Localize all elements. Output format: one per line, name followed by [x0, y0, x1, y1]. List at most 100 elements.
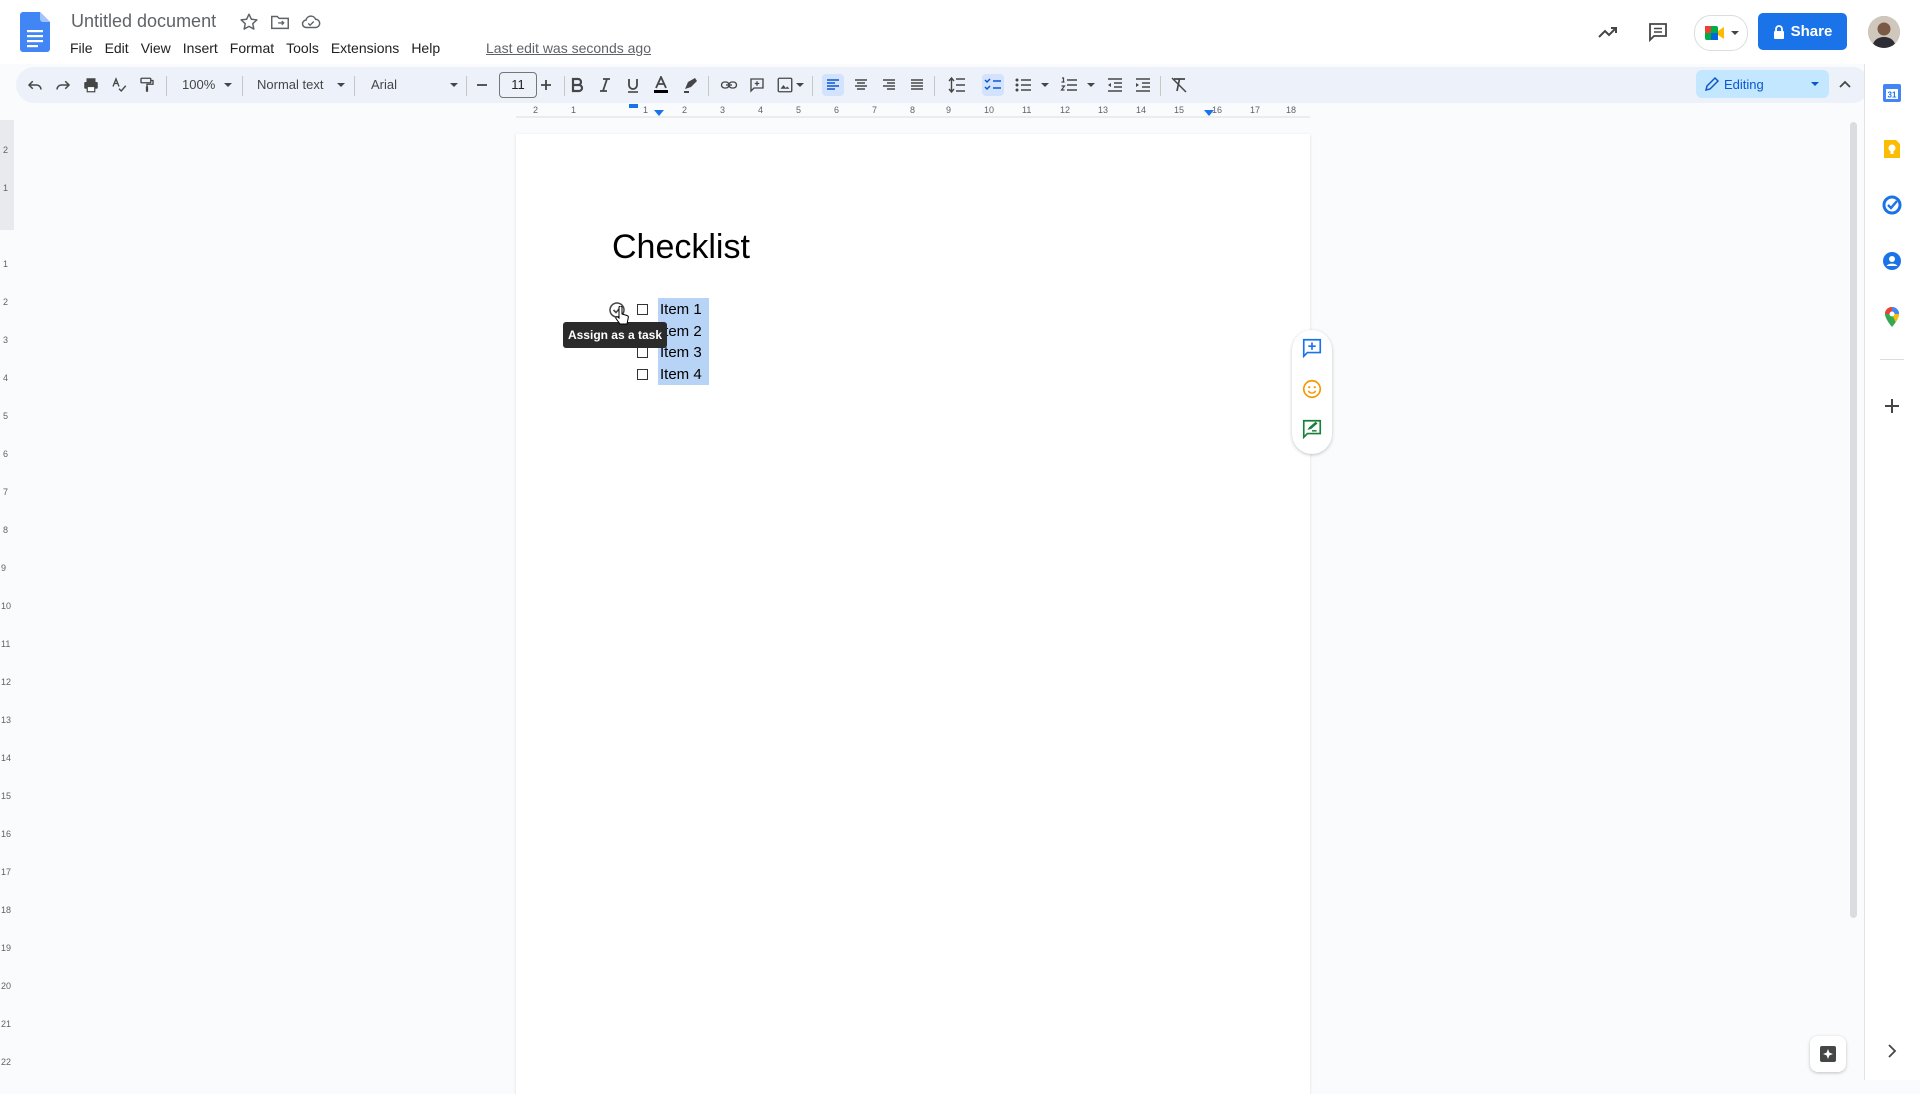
- add-comment-icon[interactable]: [1301, 337, 1323, 359]
- side-panel-divider: [1880, 359, 1904, 360]
- first-line-indent-marker[interactable]: [629, 104, 638, 108]
- decrease-indent-icon[interactable]: [1104, 74, 1126, 96]
- horizontal-ruler[interactable]: 2 1 1 2 3 4 5 6 7 8 9 10 11 12 13 14 15 …: [516, 104, 1310, 118]
- align-left-icon[interactable]: [822, 74, 844, 96]
- menu-extensions[interactable]: Extensions: [325, 38, 405, 58]
- line-spacing-icon[interactable]: [946, 74, 968, 96]
- vertical-ruler[interactable]: 2 1 1 2 3 4 5 6 7 8 9 10 11 12 13 14 15 …: [0, 120, 14, 1080]
- ruler-label: 14: [1, 753, 12, 763]
- left-indent-marker[interactable]: [654, 110, 664, 116]
- decrease-font-size-icon[interactable]: [471, 74, 493, 96]
- keep-icon[interactable]: [1881, 138, 1903, 160]
- editing-mode-select[interactable]: Editing: [1696, 70, 1829, 98]
- right-indent-marker[interactable]: [1204, 110, 1214, 116]
- toolbar-divider: [242, 76, 243, 96]
- mode-chevron-down-icon: [1811, 82, 1819, 86]
- last-edit-link[interactable]: Last edit was seconds ago: [486, 38, 651, 58]
- checkbox-unchecked[interactable]: [637, 369, 648, 380]
- menu-help[interactable]: Help: [405, 38, 446, 58]
- align-right-icon[interactable]: [878, 74, 900, 96]
- share-label: Share: [1790, 23, 1833, 40]
- ruler-label: 2: [3, 297, 9, 307]
- comments-icon[interactable]: [1646, 20, 1670, 44]
- add-emoji-reaction-icon[interactable]: [1301, 378, 1323, 400]
- ruler-label: 15: [1174, 105, 1185, 115]
- font-size-input[interactable]: 11: [499, 72, 537, 98]
- insert-image-icon[interactable]: [774, 74, 796, 96]
- ruler-label: 10: [984, 105, 995, 115]
- menu-file[interactable]: File: [64, 38, 99, 58]
- checklist-item-text[interactable]: Item 1: [658, 299, 709, 320]
- explore-button[interactable]: [1810, 1036, 1846, 1072]
- print-icon[interactable]: [80, 74, 102, 96]
- paint-format-icon[interactable]: [136, 74, 158, 96]
- maps-icon[interactable]: [1881, 306, 1903, 328]
- insert-comment-icon[interactable]: [746, 74, 768, 96]
- numbered-list-icon[interactable]: [1058, 74, 1080, 96]
- menu-tools[interactable]: Tools: [280, 38, 325, 58]
- undo-icon[interactable]: [24, 74, 46, 96]
- docs-logo-icon[interactable]: [20, 12, 50, 52]
- ruler-label: 1: [3, 183, 9, 193]
- menu-view[interactable]: View: [135, 38, 177, 58]
- suggest-edits-icon[interactable]: [1301, 418, 1323, 440]
- document-title[interactable]: Untitled document: [71, 11, 216, 32]
- insert-link-icon[interactable]: [718, 74, 740, 96]
- increase-font-size-icon[interactable]: [535, 74, 557, 96]
- menu-insert[interactable]: Insert: [177, 38, 224, 58]
- checklist-item[interactable]: Item 4: [637, 364, 709, 385]
- redo-icon[interactable]: [52, 74, 74, 96]
- italic-icon[interactable]: [594, 74, 616, 96]
- bold-icon[interactable]: [566, 74, 588, 96]
- align-justify-icon[interactable]: [906, 74, 928, 96]
- chevron-right-icon[interactable]: [1881, 1040, 1903, 1062]
- collapse-menus-chevron-up-icon[interactable]: [1834, 74, 1856, 96]
- highlight-color-icon[interactable]: [680, 74, 702, 96]
- menu-edit[interactable]: Edit: [99, 38, 135, 58]
- increase-indent-icon[interactable]: [1132, 74, 1154, 96]
- share-button[interactable]: Share: [1758, 13, 1847, 50]
- checkbox-unchecked[interactable]: [637, 347, 648, 358]
- spellcheck-icon[interactable]: [108, 74, 130, 96]
- checklist-item[interactable]: Item 1: [637, 299, 709, 320]
- zoom-select[interactable]: 100%: [182, 76, 215, 94]
- align-center-icon[interactable]: [850, 74, 872, 96]
- ruler-label: 1: [571, 105, 577, 115]
- vertical-scrollbar[interactable]: [1850, 122, 1857, 918]
- menu-format[interactable]: Format: [224, 38, 280, 58]
- bulleted-list-icon[interactable]: [1012, 74, 1034, 96]
- meet-button[interactable]: [1694, 15, 1748, 51]
- checklist-icon[interactable]: [982, 74, 1004, 96]
- document-page[interactable]: [516, 134, 1310, 1094]
- clear-formatting-icon[interactable]: [1168, 74, 1190, 96]
- ruler-label: 15: [1, 791, 12, 801]
- toolbar-divider: [466, 76, 467, 96]
- cloud-saved-icon[interactable]: [300, 11, 322, 33]
- trending-icon[interactable]: [1596, 20, 1620, 44]
- plus-icon[interactable]: [1881, 395, 1903, 417]
- ruler-label: 12: [1, 677, 12, 687]
- underline-icon[interactable]: [622, 74, 644, 96]
- paragraph-style-select[interactable]: Normal text: [257, 76, 323, 94]
- move-folder-icon[interactable]: [269, 11, 291, 33]
- calendar-icon[interactable]: 31: [1881, 82, 1903, 104]
- pencil-icon: [1704, 76, 1720, 92]
- checklist-item-text[interactable]: Item 4: [658, 364, 709, 385]
- zoom-chevron-down-icon: [224, 83, 232, 87]
- tasks-icon[interactable]: [1881, 194, 1903, 216]
- text-color-icon[interactable]: [650, 74, 672, 96]
- ruler-label: 2: [682, 105, 688, 115]
- ruler-label: 21: [1, 1019, 12, 1029]
- ruler-label: 8: [910, 105, 916, 115]
- checkbox-unchecked[interactable]: [637, 304, 648, 315]
- ruler-label: 7: [872, 105, 878, 115]
- toolbar-divider: [564, 76, 565, 96]
- ruler-label: 1: [643, 105, 649, 115]
- ruler-label: 20: [1, 981, 12, 991]
- account-avatar[interactable]: [1868, 16, 1900, 48]
- font-select[interactable]: Arial: [371, 76, 397, 94]
- star-icon[interactable]: [238, 11, 260, 33]
- numbering-chevron-down-icon: [1087, 83, 1095, 87]
- contacts-icon[interactable]: [1881, 250, 1903, 272]
- document-heading[interactable]: Checklist: [612, 228, 750, 267]
